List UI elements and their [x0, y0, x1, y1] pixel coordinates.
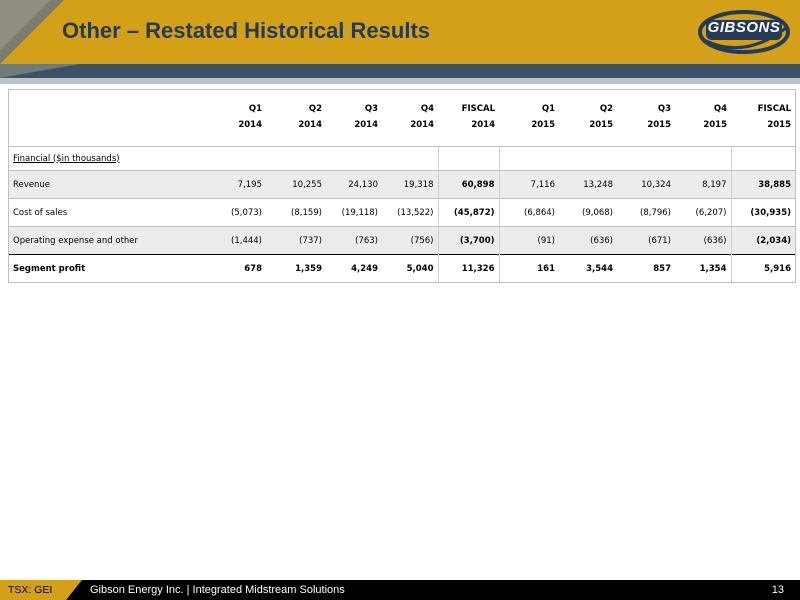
cell-fiscal: 60,898	[437, 170, 499, 199]
row-label: Revenue	[9, 170, 173, 199]
cell-fiscal: (30,935)	[730, 198, 795, 227]
logo-text: GIBSONS	[707, 19, 781, 36]
cell: (13,522)	[382, 198, 438, 227]
col-header-quarter: Q3	[364, 104, 378, 114]
header-divider-light	[0, 78, 800, 84]
cell: (6,207)	[675, 198, 731, 227]
col-header-quarter: Q3	[657, 104, 671, 114]
col-header-quarter: FISCAL	[757, 104, 791, 114]
cell-fiscal: (3,700)	[437, 226, 499, 255]
col-header-year: 2014	[354, 120, 378, 130]
col-header-year: 2014	[471, 120, 495, 130]
col-header-year: 2015	[647, 120, 671, 130]
header-row-year: 2014 2014 2014 2014 2014 2015 2015 2015 …	[9, 116, 795, 147]
table-row: Operating expense and other (1,444) (737…	[9, 226, 795, 255]
cell: 3,544	[559, 254, 617, 282]
col-header-year: 2015	[703, 120, 727, 130]
cell: 24,130	[326, 170, 382, 199]
cell: (8,796)	[617, 198, 675, 227]
cell: 7,195	[173, 170, 266, 199]
header-divider-dark	[0, 64, 800, 78]
row-label: Operating expense and other	[9, 226, 173, 255]
footer-company-text: Gibson Energy Inc. | Integrated Midstrea…	[90, 584, 345, 596]
col-header-quarter: Q2	[599, 104, 613, 114]
cell-fiscal: 5,916	[730, 254, 795, 282]
cell: (19,118)	[326, 198, 382, 227]
cell: 1,359	[266, 254, 326, 282]
section-row: Financial ($in thousands)	[9, 146, 795, 171]
cell: (9,068)	[559, 198, 617, 227]
header-corner-inner-shape	[0, 0, 50, 50]
cell: 4,249	[326, 254, 382, 282]
divider-chevron-shape	[0, 64, 80, 78]
cell: (91)	[498, 226, 559, 255]
ticker-box: TSX: GEI	[0, 580, 66, 600]
cell: 10,255	[266, 170, 326, 199]
row-label: Segment profit	[9, 254, 173, 282]
cell: (636)	[559, 226, 617, 255]
cell: 678	[173, 254, 266, 282]
cell: 7,116	[498, 170, 559, 199]
col-header-quarter: Q4	[713, 104, 727, 114]
cell: 19,318	[382, 170, 438, 199]
cell-fiscal: (2,034)	[730, 226, 795, 255]
col-header-year: 2015	[531, 120, 555, 130]
cell: 1,354	[675, 254, 731, 282]
col-header-year: 2015	[589, 120, 613, 130]
col-header-year: 2014	[410, 120, 434, 130]
cell: (8,159)	[266, 198, 326, 227]
col-header-quarter: Q4	[420, 104, 434, 114]
cell: 10,324	[617, 170, 675, 199]
header-bar: Other – Restated Historical Results GIBS…	[0, 0, 800, 64]
ticker-slant-shape	[66, 580, 82, 600]
cell: 8,197	[675, 170, 731, 199]
table-row: Cost of sales (5,073) (8,159) (19,118) (…	[9, 198, 795, 227]
col-header-year: 2014	[298, 120, 322, 130]
col-header-quarter: Q1	[541, 104, 555, 114]
col-header-quarter: Q1	[248, 104, 262, 114]
cell: (1,444)	[173, 226, 266, 255]
cell: (763)	[326, 226, 382, 255]
cell: 161	[498, 254, 559, 282]
row-label: Cost of sales	[9, 198, 173, 227]
gibsons-logo: GIBSONS	[698, 6, 790, 58]
page-number: 13	[771, 584, 784, 596]
cell: (756)	[382, 226, 438, 255]
cell: 13,248	[559, 170, 617, 199]
footer-bar: TSX: GEI Gibson Energy Inc. | Integrated…	[0, 580, 800, 600]
table-row-total: Segment profit 678 1,359 4,249 5,040 11,…	[9, 254, 795, 282]
cell-fiscal: 38,885	[730, 170, 795, 199]
header-empty	[9, 90, 173, 116]
col-header-year: 2014	[238, 120, 262, 130]
cell: (5,073)	[173, 198, 266, 227]
col-header-quarter: Q2	[308, 104, 322, 114]
header-row-quarter: Q1 Q2 Q3 Q4 FISCAL Q1 Q2 Q3 Q4 FISCAL	[9, 90, 795, 116]
cell: 5,040	[382, 254, 438, 282]
table-row: Revenue 7,195 10,255 24,130 19,318 60,89…	[9, 170, 795, 199]
section-label: Financial ($in thousands)	[9, 146, 173, 171]
header-empty	[9, 116, 173, 147]
results-table: Q1 Q2 Q3 Q4 FISCAL Q1 Q2 Q3 Q4 FISCAL 20…	[9, 90, 795, 282]
cell: (636)	[675, 226, 731, 255]
cell-fiscal: 11,326	[437, 254, 499, 282]
cell-fiscal: (45,872)	[437, 198, 499, 227]
cell: 857	[617, 254, 675, 282]
cell: (6,864)	[498, 198, 559, 227]
page-title: Other – Restated Historical Results	[62, 18, 431, 43]
results-table-container: Q1 Q2 Q3 Q4 FISCAL Q1 Q2 Q3 Q4 FISCAL 20…	[8, 89, 796, 283]
cell: (737)	[266, 226, 326, 255]
cell: (671)	[617, 226, 675, 255]
col-header-quarter: FISCAL	[461, 104, 495, 114]
ticker-label: TSX: GEI	[8, 584, 53, 596]
col-header-year: 2015	[767, 120, 791, 130]
